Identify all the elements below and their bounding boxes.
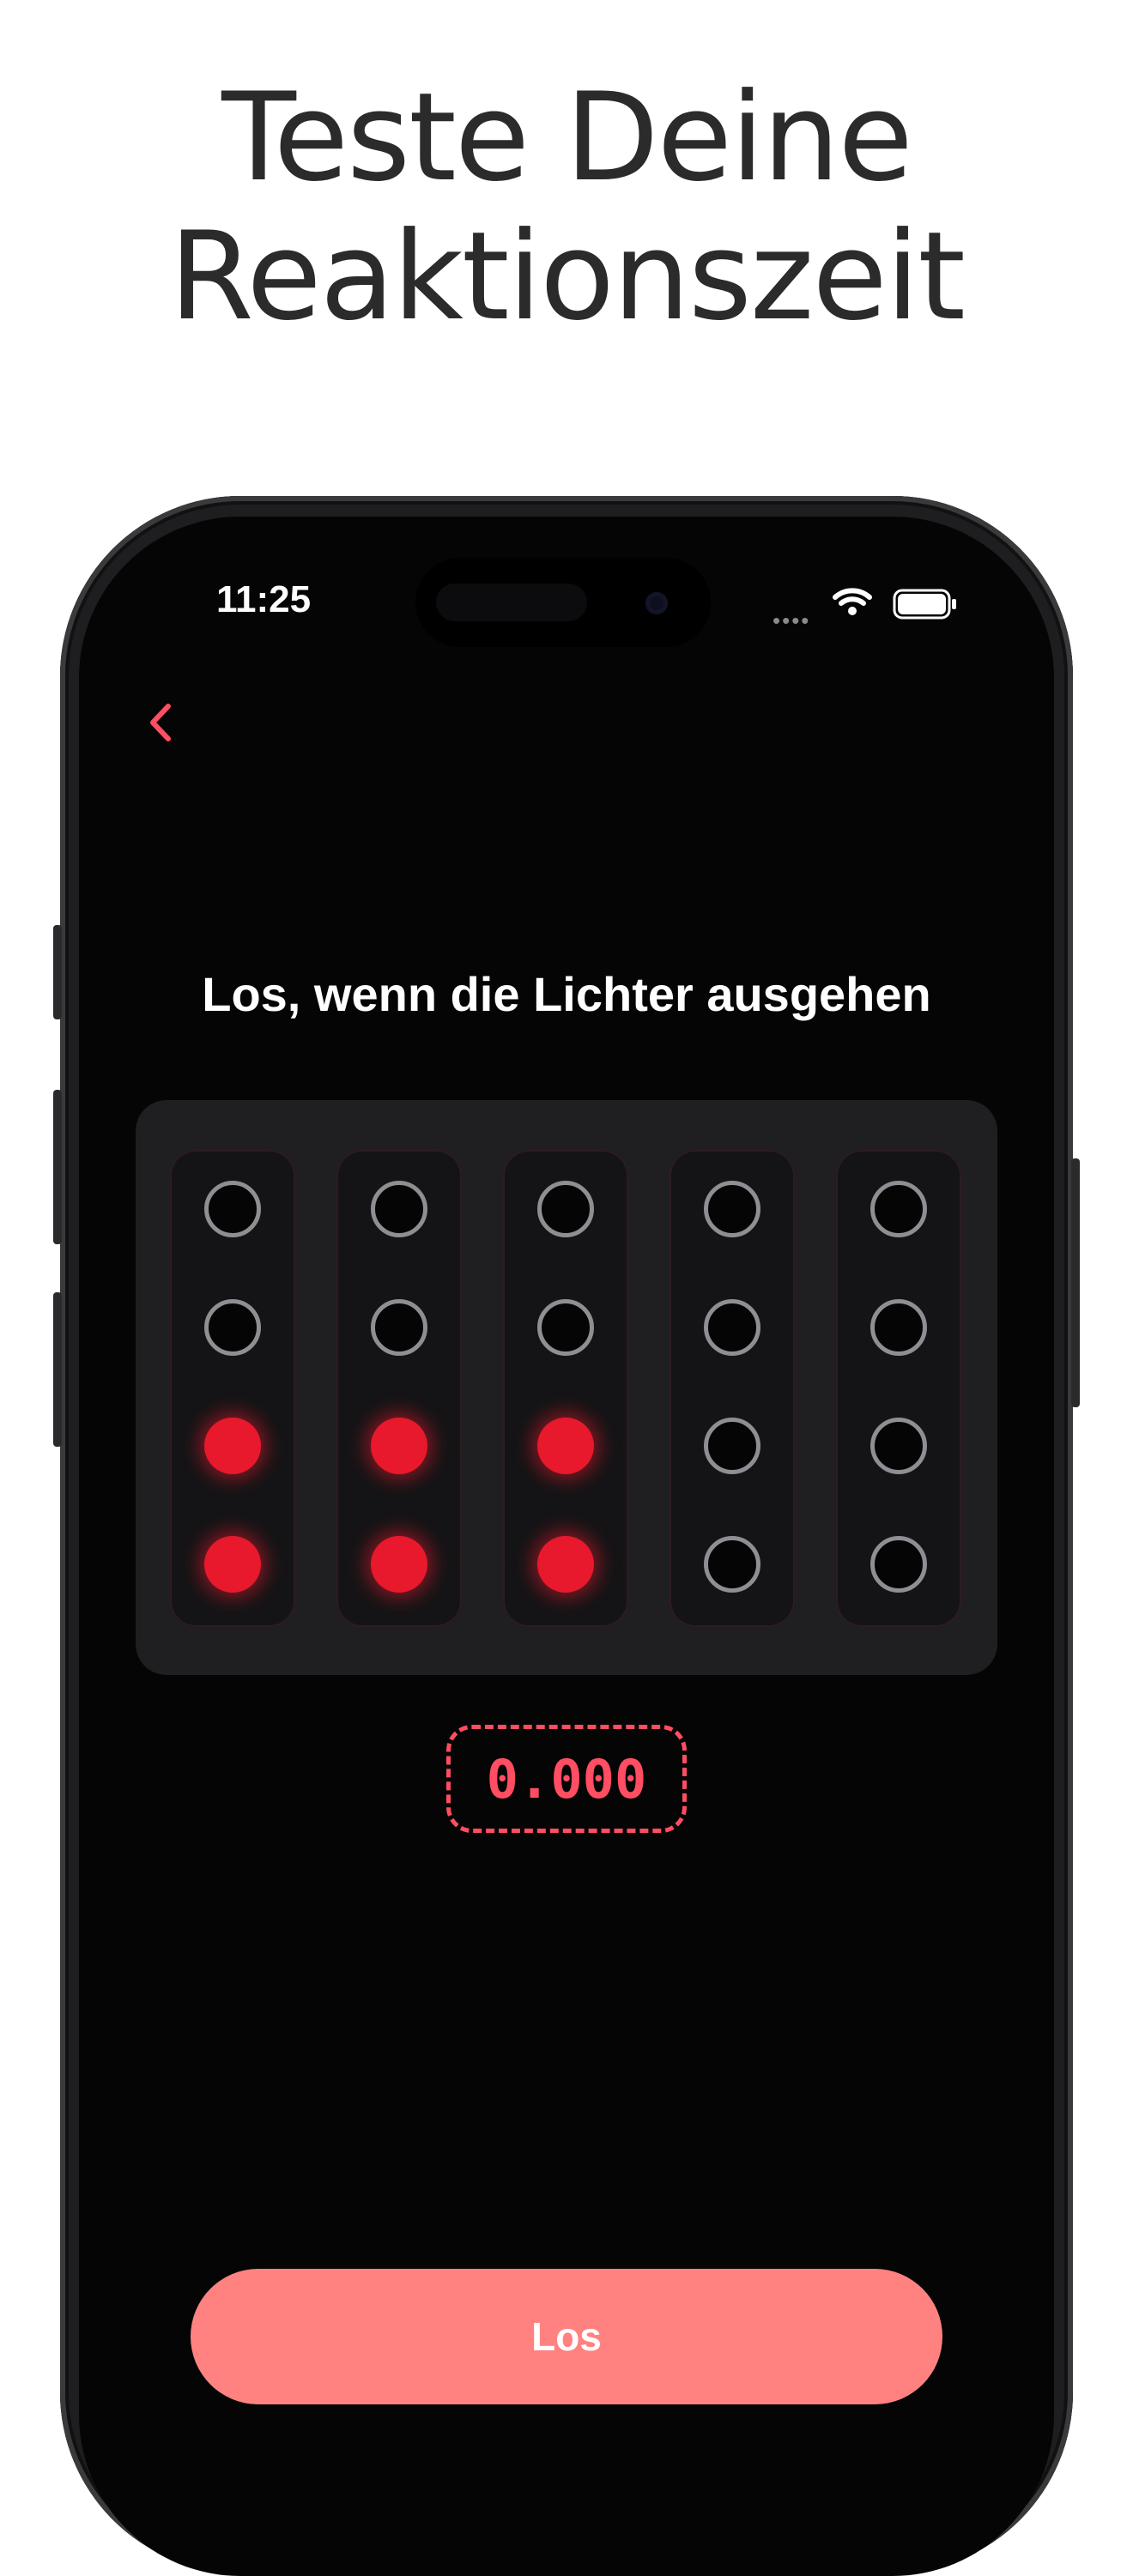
battery-icon — [893, 589, 958, 624]
wifi-icon — [833, 587, 872, 620]
light-column — [836, 1150, 961, 1627]
reaction-timer: 0.000 — [446, 1725, 687, 1833]
light-off — [371, 1181, 427, 1237]
light-off — [870, 1181, 927, 1237]
light-on — [371, 1418, 427, 1474]
go-button-label: Los — [531, 2314, 602, 2359]
light-column — [336, 1150, 462, 1627]
app-screen: 11:25 •••• Los, wenn die Lichter ausgehe… — [79, 517, 1054, 2576]
headline-line-2: Reaktionszeit — [169, 206, 966, 348]
light-off — [537, 1181, 594, 1237]
go-button[interactable]: Los — [191, 2269, 942, 2404]
light-on — [537, 1418, 594, 1474]
light-column — [670, 1150, 795, 1627]
light-off — [704, 1536, 760, 1593]
light-off — [537, 1299, 594, 1356]
back-button[interactable] — [130, 688, 191, 757]
status-time: 11:25 — [216, 578, 312, 620]
light-off — [870, 1536, 927, 1593]
volume-up-button — [53, 1090, 62, 1244]
light-on — [204, 1536, 261, 1593]
cellular-signal-icon: •••• — [772, 608, 811, 633]
power-button — [1071, 1158, 1080, 1407]
light-off — [204, 1181, 261, 1237]
light-on — [204, 1418, 261, 1474]
light-on — [371, 1536, 427, 1593]
light-off — [704, 1181, 760, 1237]
light-off — [870, 1299, 927, 1356]
marketing-headline: Teste Deine Reaktionszeit — [0, 69, 1133, 347]
action-button — [53, 925, 62, 1019]
light-on — [537, 1536, 594, 1593]
front-camera — [645, 592, 668, 614]
light-off — [371, 1299, 427, 1356]
light-off — [870, 1418, 927, 1474]
light-column — [503, 1150, 628, 1627]
headline-line-1: Teste Deine — [221, 67, 913, 209]
dynamic-island — [415, 558, 711, 647]
light-column — [170, 1150, 295, 1627]
light-off — [704, 1418, 760, 1474]
volume-down-button — [53, 1292, 62, 1447]
instruction-text: Los, wenn die Lichter ausgehen — [202, 967, 931, 1021]
light-off — [704, 1299, 760, 1356]
chevron-left-icon — [150, 704, 171, 741]
light-off — [204, 1299, 261, 1356]
island-sensor — [436, 584, 587, 621]
start-lights-panel — [136, 1100, 997, 1675]
